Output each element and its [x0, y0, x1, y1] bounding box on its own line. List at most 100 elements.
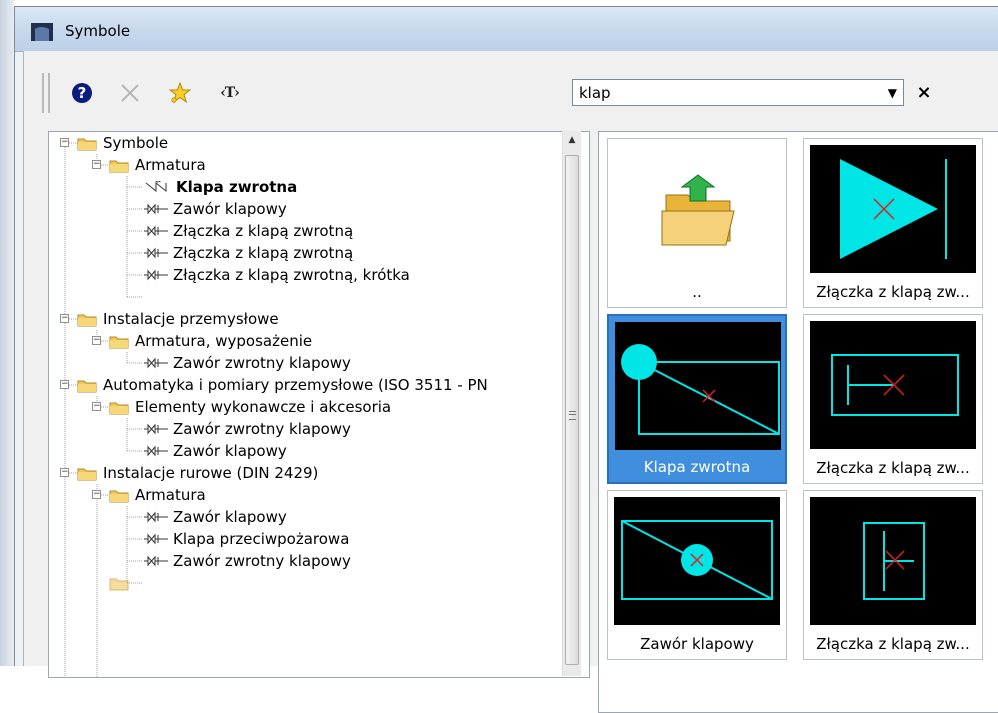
collapse-toggle[interactable]: − — [92, 490, 101, 499]
tree-label: Instalacje rurowe (DIN 2429) — [103, 464, 319, 482]
tree-item-symbol[interactable]: Zawór klapowy — [143, 198, 287, 220]
collapse-toggle[interactable]: − — [92, 336, 101, 345]
tile-symbol[interactable]: Złączka z klapą zw... — [803, 490, 983, 660]
tile-preview — [614, 145, 780, 273]
folder-icon — [77, 314, 97, 326]
tile-symbol[interactable]: Złączka z klapą zw... — [803, 138, 983, 308]
folder-icon — [109, 160, 129, 172]
valve-symbol-icon — [145, 181, 167, 193]
symbols-window: Symbole ? ‹T› klap ▼ × − Symbole − Armat… — [14, 6, 998, 713]
valve-symbol-icon — [144, 269, 168, 281]
tile-preview — [810, 497, 976, 625]
window-title: Symbole — [65, 22, 131, 40]
app-icon — [31, 23, 53, 41]
tree-vertical-scrollbar[interactable]: ▲ — [562, 131, 581, 676]
tile-caption: Złączka z klapą zw... — [816, 635, 970, 653]
search-combobox[interactable]: ▼ — [572, 79, 904, 106]
toolbar: ? ‹T› ▼ × — [24, 51, 998, 123]
scrollbar-thumb[interactable] — [565, 155, 579, 665]
tree-item-symbol[interactable]: Klapa przeciwpożarowa — [143, 528, 349, 550]
vertical-flap-valve-icon — [863, 522, 925, 600]
valve-symbol-icon — [144, 247, 168, 259]
folder-icon — [77, 380, 97, 392]
favorite-button[interactable] — [166, 79, 194, 107]
tree-label: Zawór klapowy — [173, 442, 287, 460]
valve-symbol-icon — [144, 225, 168, 237]
valve-symbol-icon — [144, 203, 168, 215]
tree-folder-symbole[interactable]: Symbole — [77, 132, 168, 154]
delete-x-icon — [121, 84, 139, 102]
chevron-down-icon[interactable]: ▼ — [888, 86, 897, 100]
tree-item-symbol[interactable]: Zawór klapowy — [143, 440, 287, 462]
tree-label: Elementy wykonawcze i akcesoria — [135, 398, 392, 416]
window-client: ? ‹T› ▼ × — [23, 51, 998, 713]
tile-preview — [614, 497, 780, 625]
tile-preview — [615, 322, 781, 450]
tile-symbol[interactable]: Zawór klapowy — [607, 490, 787, 660]
valve-symbol-icon — [144, 511, 168, 523]
tile-symbol[interactable]: Złączka z klapą zw... — [803, 314, 983, 484]
help-button[interactable]: ? — [68, 79, 96, 107]
tree-label: Symbole — [103, 134, 169, 152]
circle-flap-valve-icon — [621, 344, 780, 435]
tree-folder-partial[interactable] — [109, 572, 135, 594]
tile-symbol-selected[interactable]: Klapa zwrotna — [607, 314, 787, 484]
tile-preview — [810, 321, 976, 449]
tree-folder-instalacje-rurowe[interactable]: Instalacje rurowe (DIN 2429) — [77, 462, 318, 484]
folder-icon — [109, 578, 129, 590]
collapse-toggle[interactable]: − — [92, 160, 101, 169]
tree-item-symbol[interactable]: Złączka z klapą zwrotną — [143, 242, 353, 264]
delete-button[interactable] — [116, 79, 144, 107]
tree-label: Armatura — [135, 156, 206, 174]
symbol-tree[interactable]: − Symbole − Armatura Klapa zwrotna Zawór… — [48, 131, 590, 678]
tile-folder-up[interactable]: .. — [607, 138, 787, 308]
valve-symbol-icon — [144, 533, 168, 545]
tree-item-symbol[interactable]: Zawór zwrotny klapowy — [143, 550, 351, 572]
folder-icon — [109, 336, 129, 348]
tree-item-symbol[interactable]: Złączka z klapą zwrotną, krótka — [143, 264, 410, 286]
tree-label: Armatura, wyposażenie — [135, 332, 313, 350]
tree-folder-armatura-wyposazenie[interactable]: Armatura, wyposażenie — [109, 330, 312, 352]
tree-item-symbol[interactable]: Zawór zwrotny klapowy — [143, 418, 351, 440]
collapse-toggle[interactable]: − — [60, 138, 69, 147]
scroll-up-arrow-icon[interactable]: ▲ — [563, 131, 581, 149]
text-toggle-icon: ‹T› — [220, 85, 240, 101]
tree-item-symbol[interactable]: Zawór zwrotny klapowy — [143, 352, 351, 374]
folder-icon — [109, 490, 129, 502]
folder-icon — [77, 138, 97, 150]
tree-item-symbol[interactable]: Zawór klapowy — [143, 506, 287, 528]
tree-folder-armatura[interactable]: Armatura — [109, 484, 206, 506]
tree-folder-elementy-wykonawcze[interactable]: Elementy wykonawcze i akcesoria — [109, 396, 391, 418]
tree-item-symbol[interactable]: Złączka z klapą zwrotną — [143, 220, 353, 242]
scroll-grip-icon — [569, 411, 576, 420]
tree-label: Zawór zwrotny klapowy — [173, 420, 351, 438]
collapse-toggle[interactable]: − — [92, 402, 101, 411]
tree-folder-automatyka[interactable]: Automatyka i pomiary przemysłowe (ISO 35… — [77, 374, 488, 396]
tree-label: Zawór zwrotny klapowy — [173, 354, 351, 372]
bar-flap-valve-icon — [831, 354, 959, 416]
text-toggle-button[interactable]: ‹T› — [210, 79, 250, 107]
symbol-thumbnail-grid[interactable]: .. Złączka z klapą zw... Klapa zwrotna Z… — [598, 131, 998, 713]
butterfly-valve-icon — [621, 520, 773, 600]
valve-symbol-icon — [144, 445, 168, 457]
tile-caption: Złączka z klapą zw... — [816, 283, 970, 301]
search-input[interactable] — [579, 82, 869, 103]
title-bar[interactable]: Symbole — [15, 7, 998, 52]
tree-item-klapa-zwrotna[interactable]: Klapa zwrotna — [143, 176, 300, 198]
toolbar-grip[interactable] — [42, 73, 50, 113]
tree-label: Klapa zwrotna — [176, 178, 298, 196]
tile-caption: .. — [692, 283, 702, 301]
tree-folder-armatura[interactable]: Armatura — [109, 154, 206, 176]
tile-caption: Klapa zwrotna — [643, 458, 751, 476]
tree-folder-instalacje-przemyslowe[interactable]: Instalacje przemysłowe — [77, 308, 279, 330]
collapse-toggle[interactable]: − — [60, 468, 69, 477]
collapse-toggle[interactable]: − — [60, 380, 69, 389]
background-edge — [0, 0, 14, 666]
collapse-toggle[interactable]: − — [60, 314, 69, 323]
tree-label: Złączka z klapą zwrotną — [173, 244, 354, 262]
valve-symbol-icon — [144, 357, 168, 369]
folder-icon — [77, 468, 97, 480]
tree-label: Automatyka i pomiary przemysłowe (ISO 35… — [103, 376, 488, 394]
folder-icon — [109, 402, 129, 414]
search-clear-button[interactable]: × — [912, 79, 936, 106]
